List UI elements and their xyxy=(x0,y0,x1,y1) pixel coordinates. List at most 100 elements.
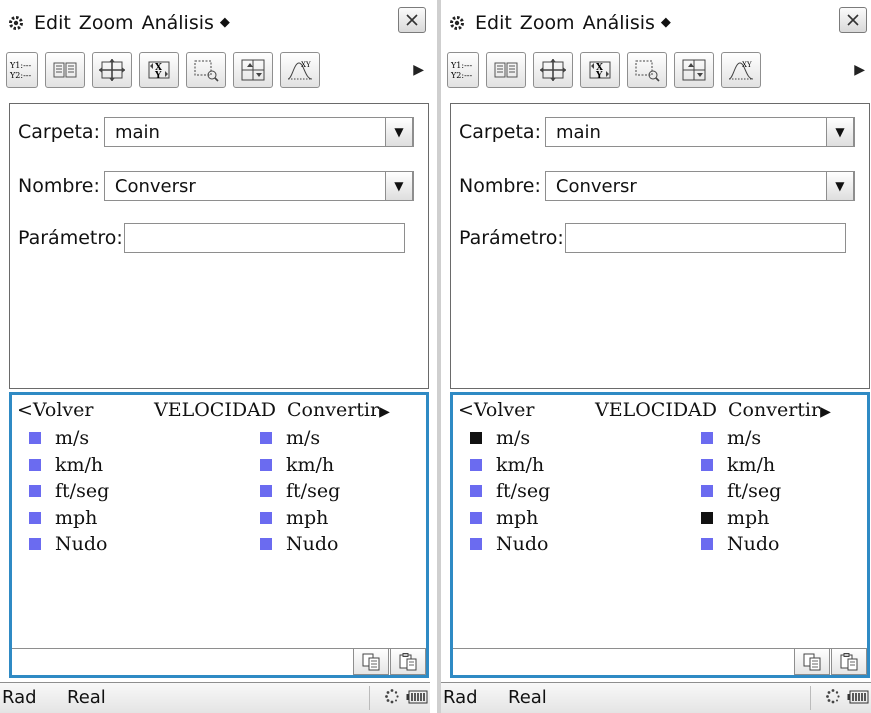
convert-button[interactable]: Convertir▶ xyxy=(287,399,390,421)
trace-xy-icon[interactable]: XY xyxy=(721,52,761,88)
list-item[interactable]: m/s xyxy=(29,425,109,452)
angle-mode[interactable]: Rad xyxy=(443,687,478,708)
unit-checkbox[interactable] xyxy=(260,511,272,524)
unit-checkbox[interactable] xyxy=(470,511,482,524)
list-item[interactable]: Nudo xyxy=(260,531,340,558)
list-item[interactable]: ft/seg xyxy=(470,478,550,505)
zoom-box-icon[interactable] xyxy=(92,52,132,88)
folder-row: Carpeta: main ▼ xyxy=(18,117,414,147)
list-item[interactable]: m/s xyxy=(701,425,781,452)
menu-more-diamond[interactable]: ◆ xyxy=(220,15,230,30)
unit-checkbox[interactable] xyxy=(29,458,41,471)
list-item[interactable]: Nudo xyxy=(701,531,781,558)
number-mode[interactable]: Real xyxy=(67,687,106,708)
parameter-input[interactable] xyxy=(564,223,846,253)
menu-analysis[interactable]: Análisis xyxy=(142,12,214,34)
unit-checkbox[interactable] xyxy=(701,485,713,498)
paste-icon[interactable] xyxy=(831,648,867,675)
graph-functions-icon[interactable]: Y1:--- Y2:--- xyxy=(6,52,38,88)
toolbar-next-icon[interactable]: ▶ xyxy=(413,62,424,78)
trace-xy-icon[interactable]: XY xyxy=(280,52,320,88)
close-icon[interactable] xyxy=(839,7,867,33)
list-item[interactable]: Nudo xyxy=(29,531,109,558)
list-item[interactable]: km/h xyxy=(260,452,340,479)
to-units-list: m/s km/h ft/seg mph Nudo xyxy=(260,425,340,558)
copy-icon[interactable] xyxy=(794,648,830,675)
list-item[interactable]: mph xyxy=(470,505,550,532)
list-item[interactable]: ft/seg xyxy=(701,478,781,505)
close-icon[interactable] xyxy=(398,7,426,33)
copy-icon[interactable] xyxy=(353,648,389,675)
name-select[interactable]: Conversr ▼ xyxy=(103,171,414,201)
menu-zoom[interactable]: Zoom xyxy=(520,12,575,34)
unit-checkbox[interactable] xyxy=(701,538,713,551)
unit-checkbox[interactable] xyxy=(701,432,713,445)
gear-icon[interactable] xyxy=(8,15,24,31)
convert-button[interactable]: Convertir▶ xyxy=(728,399,831,421)
graph-functions-icon[interactable]: Y1:--- Y2:--- xyxy=(447,52,479,88)
list-item[interactable]: km/h xyxy=(29,452,109,479)
menu-edit[interactable]: Edit xyxy=(34,12,71,34)
list-item[interactable]: Nudo xyxy=(470,531,550,558)
unit-checkbox[interactable] xyxy=(260,458,272,471)
xy-swap-icon[interactable]: XY xyxy=(580,52,620,88)
zoom-window-icon[interactable] xyxy=(627,52,667,88)
unit-checkbox[interactable] xyxy=(260,485,272,498)
svg-text:Y1:---: Y1:--- xyxy=(450,61,472,70)
menu-analysis[interactable]: Análisis xyxy=(583,12,655,34)
calculator-screen-left: Edit Zoom Análisis ◆ Y1:--- Y2:--- XY XY … xyxy=(0,0,430,713)
zoom-window-icon[interactable] xyxy=(186,52,226,88)
number-mode[interactable]: Real xyxy=(508,687,547,708)
paste-icon[interactable] xyxy=(390,648,426,675)
unit-checkbox[interactable] xyxy=(29,485,41,498)
unit-checkbox[interactable] xyxy=(29,432,41,445)
folder-select[interactable]: main ▼ xyxy=(544,117,855,147)
unit-checkbox[interactable] xyxy=(470,458,482,471)
from-units-list: m/s km/h ft/seg mph Nudo xyxy=(470,425,550,558)
xy-swap-icon[interactable]: XY xyxy=(139,52,179,88)
toolbar-next-icon[interactable]: ▶ xyxy=(854,62,865,78)
unit-checkbox[interactable] xyxy=(260,432,272,445)
unit-label: mph xyxy=(727,506,770,529)
list-item[interactable]: mph xyxy=(29,505,109,532)
list-item[interactable]: mph xyxy=(260,505,340,532)
dropdown-arrow-icon[interactable]: ▼ xyxy=(384,171,413,201)
back-button[interactable]: <Volver xyxy=(17,399,93,421)
unit-checkbox[interactable] xyxy=(470,432,482,445)
toolbar: Y1:--- Y2:--- XY XY ▶ xyxy=(0,45,430,95)
folder-select[interactable]: main ▼ xyxy=(103,117,414,147)
unit-checkbox[interactable] xyxy=(701,458,713,471)
list-item[interactable]: mph xyxy=(701,505,781,532)
menu-zoom[interactable]: Zoom xyxy=(79,12,134,34)
menu-more-diamond[interactable]: ◆ xyxy=(661,15,671,30)
gear-icon[interactable] xyxy=(449,15,465,31)
list-item[interactable]: m/s xyxy=(260,425,340,452)
unit-checkbox[interactable] xyxy=(470,538,482,551)
unit-label: km/h xyxy=(496,453,545,476)
dropdown-arrow-icon[interactable]: ▼ xyxy=(825,117,854,147)
dropdown-arrow-icon[interactable]: ▼ xyxy=(384,117,413,147)
list-item[interactable]: m/s xyxy=(470,425,550,452)
unit-checkbox[interactable] xyxy=(260,538,272,551)
list-item[interactable]: ft/seg xyxy=(260,478,340,505)
split-screen-icon[interactable] xyxy=(674,52,714,88)
status-bar: Rad Real xyxy=(441,682,871,713)
table-icon[interactable] xyxy=(486,52,526,88)
split-screen-icon[interactable] xyxy=(233,52,273,88)
unit-checkbox[interactable] xyxy=(29,511,41,524)
unit-checkbox[interactable] xyxy=(701,511,713,524)
list-item[interactable]: km/h xyxy=(470,452,550,479)
table-icon[interactable] xyxy=(45,52,85,88)
back-button[interactable]: <Volver xyxy=(458,399,534,421)
name-select[interactable]: Conversr ▼ xyxy=(544,171,855,201)
menu-edit[interactable]: Edit xyxy=(475,12,512,34)
zoom-box-icon[interactable] xyxy=(533,52,573,88)
dropdown-arrow-icon[interactable]: ▼ xyxy=(825,171,854,201)
angle-mode[interactable]: Rad xyxy=(2,687,37,708)
list-item[interactable]: ft/seg xyxy=(29,478,109,505)
unit-checkbox[interactable] xyxy=(470,485,482,498)
play-icon: ▶ xyxy=(820,404,831,420)
list-item[interactable]: km/h xyxy=(701,452,781,479)
parameter-input[interactable] xyxy=(123,223,405,253)
unit-checkbox[interactable] xyxy=(29,538,41,551)
